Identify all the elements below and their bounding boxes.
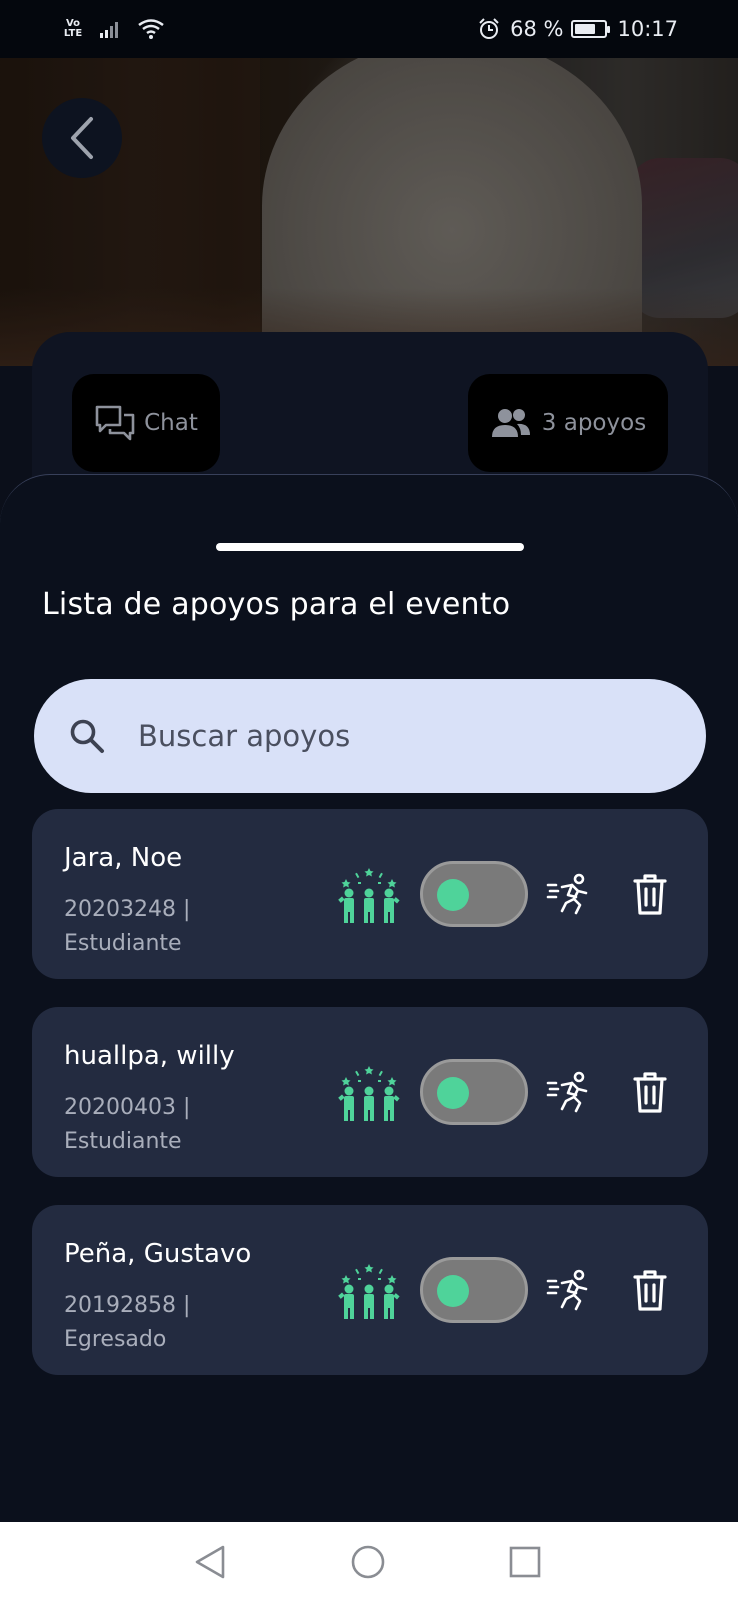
sheet-title: Lista de apoyos para el evento [42,587,511,622]
supports-count-label: 3 apoyos [541,410,647,436]
chat-label: Chat [144,410,198,436]
support-role: Estudiante [64,931,182,956]
support-list-item: Peña, Gustavo 20192858 | Egresado [32,1205,708,1375]
support-meta: 20192858 | Egresado [64,1289,244,1357]
nav-back-button[interactable] [190,1542,230,1582]
support-toggle[interactable] [420,861,528,927]
nav-home-button[interactable] [348,1542,388,1582]
support-code: 20203248 | [64,897,191,922]
toggle-knob [437,1275,469,1307]
support-role: Egresado [64,1327,167,1352]
support-name: huallpa, willy [64,1041,235,1071]
battery-status: 68 % [510,17,611,41]
support-meta: 20200403 | Estudiante [64,1091,244,1159]
back-button[interactable] [42,98,122,178]
celebration-group-icon[interactable] [338,1261,400,1321]
chat-icon [95,405,135,441]
status-bar: Vo LTE 68 % 10:17 [0,0,738,58]
triangle-back-icon [195,1545,225,1579]
toggle-knob [437,879,469,911]
wifi-icon [138,19,164,39]
trash-icon[interactable] [632,873,668,917]
clock: 10:17 [617,17,678,41]
support-role: Estudiante [64,1129,182,1154]
circle-home-icon [351,1545,385,1579]
support-code: 20192858 | [64,1293,191,1318]
sheet-drag-handle[interactable] [216,543,524,551]
chat-button[interactable]: Chat [72,374,220,472]
alarm-icon [479,18,499,39]
support-list-item: Jara, Noe 20203248 | Estudiante [32,809,708,979]
battery-percent: 68 % [510,17,564,41]
battery-level-fill [575,24,595,34]
support-toggle[interactable] [420,1059,528,1125]
running-person-icon[interactable] [546,873,590,915]
support-toggle[interactable] [420,1257,528,1323]
support-name: Peña, Gustavo [64,1239,252,1269]
search-input[interactable] [138,719,638,753]
supports-button[interactable]: 3 apoyos [468,374,668,472]
search-icon [70,719,104,753]
system-navigation-bar [0,1522,738,1600]
status-right: 68 % 10:17 [478,17,678,41]
nav-recents-button[interactable] [505,1542,545,1582]
square-recents-icon [509,1546,541,1578]
battery-icon [571,20,611,38]
trash-icon[interactable] [632,1269,668,1313]
volte-indicator: Vo LTE [63,18,83,39]
running-person-icon[interactable] [546,1071,590,1113]
toggle-knob [437,1077,469,1109]
celebration-group-icon[interactable] [338,1063,400,1123]
supports-bottom-sheet: Lista de apoyos para el evento Jara, Noe… [0,474,738,1522]
support-name: Jara, Noe [64,843,183,873]
support-code: 20200403 | [64,1095,191,1120]
users-icon [491,409,530,437]
status-left: Vo LTE [62,19,164,39]
signal-icon [100,22,118,38]
celebration-group-icon[interactable] [338,865,400,925]
chevron-left-icon [71,117,93,159]
running-person-icon[interactable] [546,1269,590,1311]
trash-icon[interactable] [632,1071,668,1115]
support-list-item: huallpa, willy 20200403 | Estudiante [32,1007,708,1177]
support-meta: 20203248 | Estudiante [64,893,244,961]
search-bar[interactable] [34,679,706,793]
event-cover-image [0,58,738,366]
